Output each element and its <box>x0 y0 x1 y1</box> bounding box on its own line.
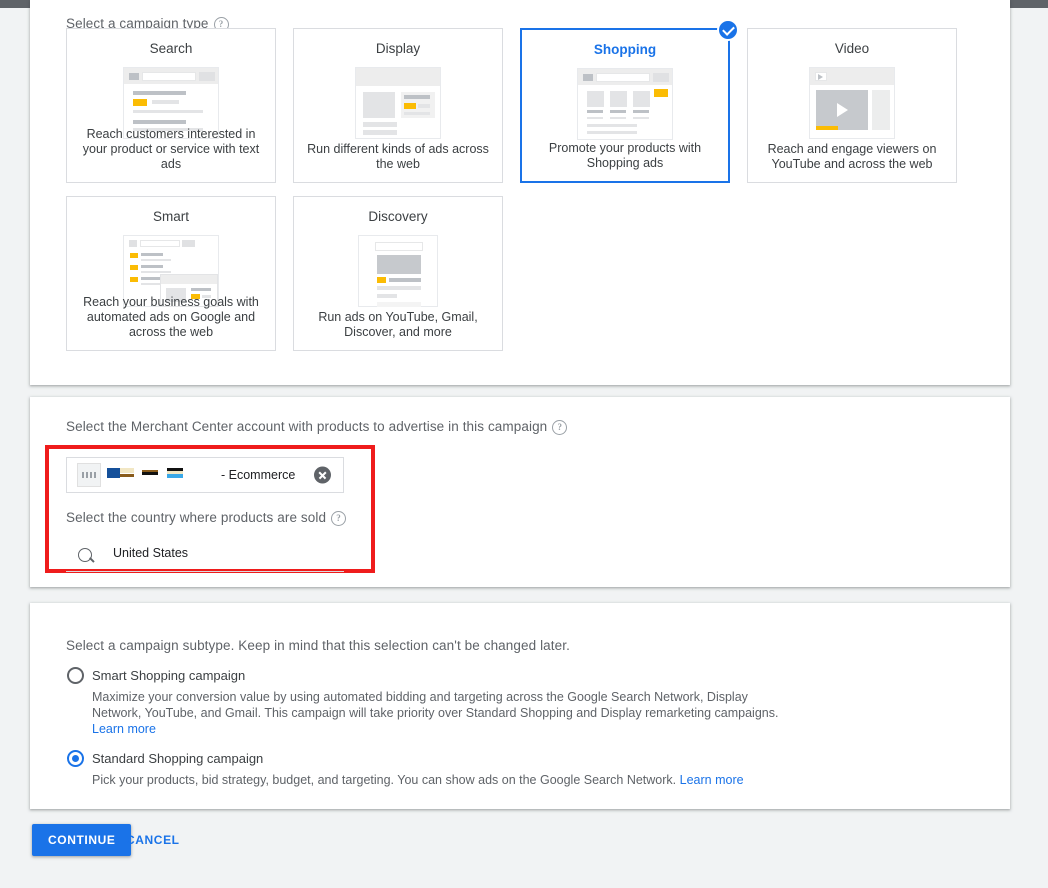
country-input[interactable]: United States <box>66 539 344 572</box>
standard-shopping-description: Pick your products, bid strategy, budget… <box>92 772 792 788</box>
clear-circle-icon[interactable] <box>314 466 331 484</box>
campaign-subtype-panel: Select a campaign subtype. Keep in mind … <box>30 603 1010 809</box>
country-value: United States <box>113 546 189 560</box>
help-circle-icon[interactable]: ? <box>552 420 568 435</box>
merchant-name-redacted <box>101 466 209 485</box>
card-description: Reach and engage viewers on YouTube and … <box>767 142 937 171</box>
country-label-text: Select the country where products are so… <box>66 510 327 525</box>
campaign-type-panel: Select a campaign type? Search Reach cus… <box>30 0 1010 385</box>
card-description: Reach your business goals with automated… <box>83 295 259 339</box>
card-title: Discovery <box>368 209 428 224</box>
card-description: Run ads on YouTube, Gmail, Discover, and… <box>318 310 478 339</box>
card-title: Search <box>149 41 193 56</box>
campaign-type-card-search[interactable]: Search Reach customers interested in you… <box>66 28 276 183</box>
campaign-type-card-display[interactable]: Display Run different kinds of ads acros… <box>293 28 503 183</box>
campaign-type-card-smart[interactable]: Smart Reach your business goals with aut… <box>66 196 276 351</box>
card-title: Smart <box>152 209 189 224</box>
merchant-account-name: - Ecommerce <box>221 468 296 482</box>
standard-shopping-title: Standard Shopping campaign <box>92 751 264 766</box>
shopping-card-thumbnail <box>577 68 673 140</box>
campaign-type-card-discovery[interactable]: Discovery Run ads on YouTube, Gmail, Dis… <box>293 196 503 351</box>
smart-shopping-title: Smart Shopping campaign <box>92 668 246 683</box>
standard-shopping-description-text: Pick your products, bid strategy, budget… <box>92 773 677 787</box>
merchant-center-label: Select the Merchant Center account with … <box>66 419 568 435</box>
help-circle-icon[interactable]: ? <box>331 511 347 526</box>
card-description: Promote your products with Shopping ads <box>548 141 702 170</box>
video-card-thumbnail <box>809 67 895 139</box>
smart-shopping-description: Maximize your conversion value by using … <box>92 689 782 737</box>
standard-shopping-learn-more-link[interactable]: Learn more <box>680 773 744 787</box>
country-label: Select the country where products are so… <box>66 510 347 526</box>
merchant-center-label-text: Select the Merchant Center account with … <box>66 419 548 434</box>
display-card-thumbnail <box>355 67 441 139</box>
card-description: Reach customers interested in your produ… <box>82 127 260 171</box>
radio-standard-shopping[interactable] <box>67 750 84 767</box>
card-description: Run different kinds of ads across the we… <box>307 142 489 171</box>
smart-shopping-learn-more-link[interactable]: Learn more <box>92 722 156 736</box>
campaign-subtype-label-text: Select a campaign subtype. Keep in mind … <box>66 638 570 653</box>
check-circle-icon <box>717 19 739 41</box>
discovery-card-thumbnail <box>358 235 438 307</box>
continue-button[interactable]: CONTINUE <box>32 824 132 856</box>
campaign-subtype-label: Select a campaign subtype. Keep in mind … <box>66 638 570 654</box>
card-title: Shopping <box>593 42 657 57</box>
search-icon <box>78 548 92 562</box>
merchant-account-chip[interactable]: - Ecommerce <box>66 457 344 493</box>
merchant-center-panel: Select the Merchant Center account with … <box>30 397 1010 587</box>
campaign-type-card-video[interactable]: Video Reach and engage viewers on YouTub… <box>747 28 957 183</box>
cancel-button[interactable]: CANCEL <box>120 824 186 856</box>
card-title: Video <box>834 41 870 56</box>
card-title: Display <box>375 41 421 56</box>
campaign-type-card-shopping[interactable]: Shopping Promote your products with Shop… <box>520 19 739 183</box>
smart-shopping-description-text: Maximize your conversion value by using … <box>92 690 779 720</box>
radio-smart-shopping[interactable] <box>67 667 84 684</box>
merchant-account-avatar-icon <box>77 463 101 487</box>
page-body: Select a campaign type? Search Reach cus… <box>0 0 1048 888</box>
